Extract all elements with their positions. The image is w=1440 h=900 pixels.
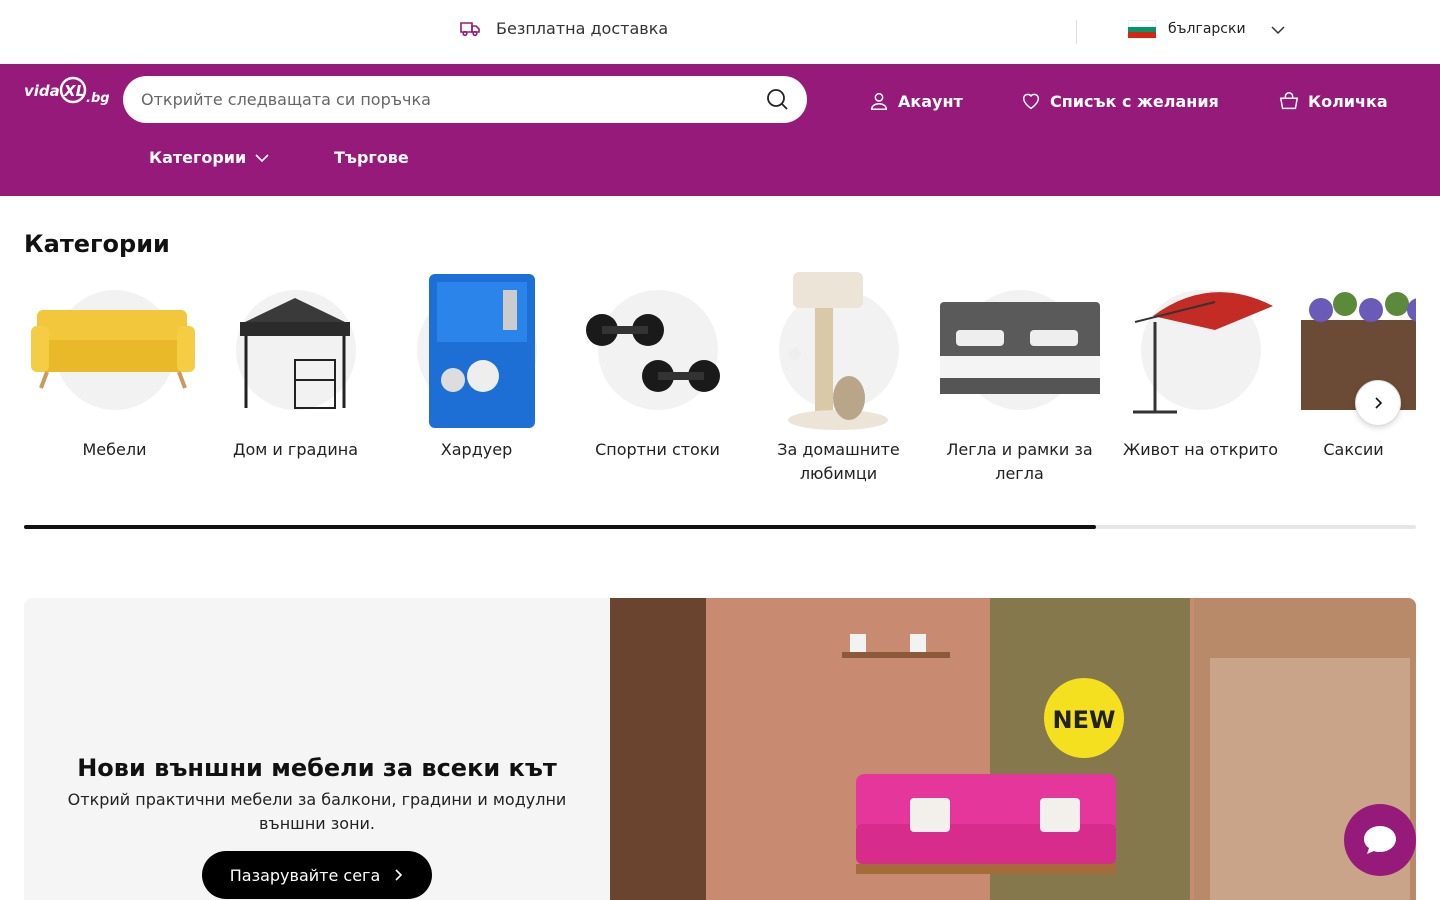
chevron-down-icon bbox=[1271, 26, 1285, 35]
category-label: За домашните любимци bbox=[777, 440, 900, 483]
category-card-planters[interactable]: Саксии bbox=[1291, 270, 1416, 462]
carousel-next-button[interactable] bbox=[1355, 380, 1401, 426]
category-card-hardware[interactable]: Хардуер bbox=[386, 270, 567, 462]
cat-tree-icon bbox=[788, 272, 888, 430]
top-bar: Безплатна доставка български bbox=[0, 0, 1440, 64]
carousel-scroll-thumb[interactable] bbox=[24, 525, 1096, 529]
parasol-icon bbox=[1133, 292, 1273, 414]
category-image bbox=[205, 270, 386, 432]
search-bar bbox=[123, 76, 807, 123]
free-shipping-notice: Безплатна доставка bbox=[458, 16, 668, 40]
category-label: Дом и градина bbox=[232, 440, 359, 459]
category-image bbox=[1110, 270, 1291, 432]
categories-menu-label: Категории bbox=[149, 148, 247, 167]
svg-text:vida: vida bbox=[24, 82, 60, 100]
shop-now-button[interactable]: Пазарувайте сега bbox=[202, 851, 432, 899]
cart-label: Количка bbox=[1308, 91, 1388, 111]
category-card-outdoor[interactable]: Живот на открито bbox=[1110, 270, 1291, 462]
cart-link[interactable]: Количка bbox=[1278, 90, 1388, 112]
category-label: Спортни стоки bbox=[595, 440, 720, 459]
auctions-label: Търгове bbox=[334, 148, 409, 167]
new-badge: NEW bbox=[1053, 706, 1116, 734]
category-card-sports[interactable]: Спортни стоки bbox=[567, 270, 748, 462]
carousel-scrollbar[interactable] bbox=[24, 525, 1416, 529]
category-label: Легла и рамки за легла bbox=[946, 440, 1093, 483]
basket-icon bbox=[1279, 92, 1299, 110]
category-label: Саксии bbox=[1323, 440, 1384, 459]
category-image bbox=[567, 270, 748, 432]
account-link[interactable]: Акаунт bbox=[868, 90, 963, 112]
category-card-pets[interactable]: За домашните любимци bbox=[748, 270, 929, 486]
wishlist-label: Списък с желания bbox=[1050, 91, 1219, 111]
banner-text-panel: Нови външни мебели за всеки кът Открий п… bbox=[24, 598, 610, 900]
shop-now-label: Пазарувайте сега bbox=[229, 865, 381, 885]
bulgaria-flag-icon bbox=[1128, 20, 1156, 39]
bed-icon bbox=[940, 302, 1100, 394]
chevron-right-icon bbox=[1375, 397, 1383, 409]
divider bbox=[1076, 20, 1077, 44]
search-icon[interactable] bbox=[765, 87, 789, 111]
toolbox-icon bbox=[429, 274, 535, 428]
account-label: Акаунт bbox=[898, 91, 963, 111]
category-label: Хардуер bbox=[440, 440, 513, 459]
truck-icon bbox=[460, 22, 480, 37]
svg-text:.bg: .bg bbox=[86, 91, 110, 106]
chat-bubble-icon bbox=[1364, 826, 1396, 854]
banner-image[interactable]: NEW bbox=[610, 598, 1416, 900]
category-card-furniture[interactable]: Мебели bbox=[24, 270, 205, 462]
category-image bbox=[24, 270, 205, 432]
chevron-down-icon bbox=[255, 153, 269, 162]
sofa-icon bbox=[31, 310, 195, 389]
banner-subtitle: Открий практични мебели за балкони, град… bbox=[67, 790, 567, 833]
category-image bbox=[386, 270, 567, 432]
search-input[interactable] bbox=[141, 90, 741, 109]
svg-text:XL: XL bbox=[63, 82, 85, 100]
language-label: български bbox=[1168, 21, 1246, 37]
category-image bbox=[748, 270, 929, 432]
shipping-text: Безплатна доставка bbox=[496, 18, 669, 38]
auctions-link[interactable]: Търгове bbox=[334, 148, 409, 167]
heart-icon bbox=[1022, 93, 1040, 110]
user-icon bbox=[870, 92, 888, 110]
main-header: vida XL .bg Акаунт Списък с желания Коли… bbox=[0, 64, 1440, 196]
categories-menu[interactable]: Категории bbox=[149, 148, 270, 167]
gazebo-icon bbox=[240, 298, 350, 409]
dumbbells-icon bbox=[586, 314, 720, 392]
language-selector[interactable]: български bbox=[1128, 20, 1285, 39]
chat-button[interactable] bbox=[1344, 804, 1416, 876]
category-label: Живот на открито bbox=[1122, 440, 1279, 459]
category-image bbox=[929, 270, 1110, 432]
vidaxl-logo[interactable]: vida XL .bg bbox=[24, 76, 110, 108]
wishlist-link[interactable]: Списък с желания bbox=[1020, 90, 1219, 112]
chevron-right-icon bbox=[395, 869, 403, 881]
categories-heading: Категории bbox=[24, 230, 170, 258]
category-card-home-garden[interactable]: Дом и градина bbox=[205, 270, 386, 462]
category-card-beds[interactable]: Легла и рамки за легла bbox=[929, 270, 1110, 486]
promo-banner: Нови външни мебели за всеки кът Открий п… bbox=[24, 598, 1416, 900]
category-label: Мебели bbox=[82, 440, 147, 459]
banner-title: Нови външни мебели за всеки кът bbox=[77, 754, 557, 782]
